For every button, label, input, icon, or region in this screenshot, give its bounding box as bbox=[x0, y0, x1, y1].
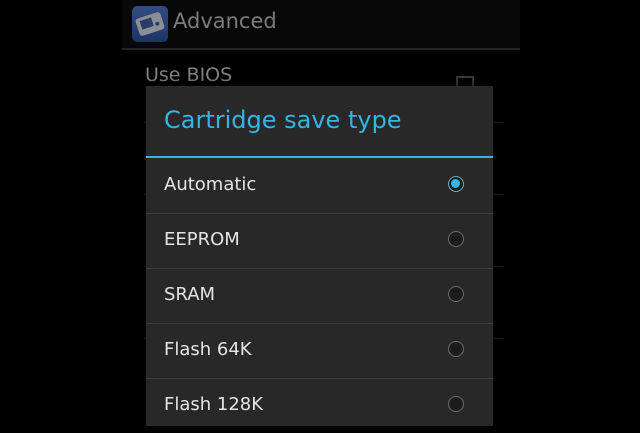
dialog-title: Cartridge save type bbox=[164, 106, 402, 134]
option-automatic[interactable]: Automatic bbox=[146, 159, 493, 213]
option-label: Automatic bbox=[164, 174, 257, 195]
option-flash-128k[interactable]: Flash 128K bbox=[146, 379, 493, 433]
option-sram[interactable]: SRAM bbox=[146, 269, 493, 323]
radio-dot-icon bbox=[451, 179, 460, 188]
cartridge-save-type-dialog: Cartridge save type Automatic EEPROM SRA… bbox=[146, 86, 493, 426]
radio-button[interactable] bbox=[448, 231, 464, 247]
radio-button[interactable] bbox=[448, 286, 464, 302]
radio-button-selected[interactable] bbox=[448, 176, 464, 192]
dialog-title-divider bbox=[146, 156, 493, 158]
radio-button[interactable] bbox=[448, 341, 464, 357]
option-label: EEPROM bbox=[164, 229, 240, 250]
option-label: Flash 64K bbox=[164, 339, 252, 360]
option-label: SRAM bbox=[164, 284, 216, 305]
radio-button[interactable] bbox=[448, 396, 464, 412]
option-eeprom[interactable]: EEPROM bbox=[146, 214, 493, 268]
option-label: Flash 128K bbox=[164, 394, 264, 415]
option-flash-64k[interactable]: Flash 64K bbox=[146, 324, 493, 378]
